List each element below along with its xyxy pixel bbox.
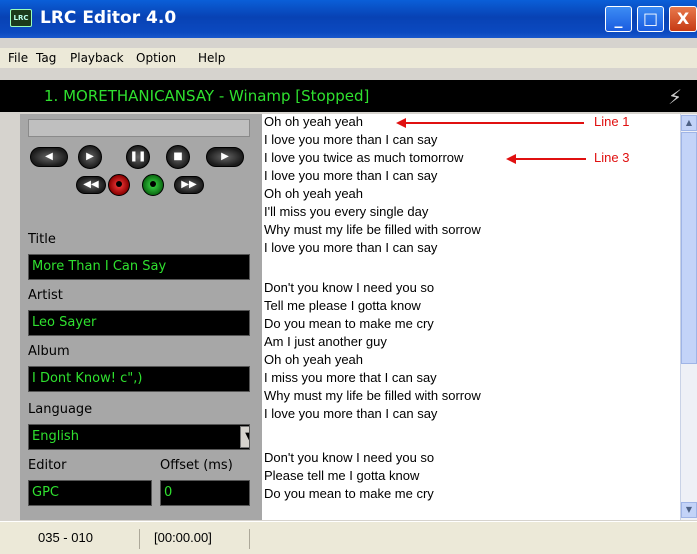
artist-label: Artist (28, 288, 63, 303)
now-playing-bar: 1. MORETHANICANSAY - Winamp [Stopped] ⚡ (0, 80, 697, 112)
vertical-scrollbar[interactable]: ▲ ▼ (680, 114, 697, 520)
lyric-line[interactable]: I miss you more that I can say (264, 370, 437, 385)
lyric-line[interactable]: Oh oh yeah yeah (264, 352, 363, 367)
offset-label: Offset (ms) (160, 458, 233, 473)
lyric-line[interactable]: Do you mean to make me cry (264, 486, 434, 501)
title-field[interactable]: More Than I Can Say (28, 254, 250, 280)
lyric-line[interactable]: Why must my life be filled with sorrow (264, 388, 481, 403)
stop-icon: ■ (173, 151, 183, 162)
lyric-line[interactable]: Am I just another guy (264, 334, 387, 349)
play-icon: ▶ (86, 151, 94, 162)
winamp-icon: ⚡ (668, 85, 683, 109)
lyric-line[interactable]: Don't you know I need you so (264, 280, 434, 295)
language-value: English (32, 429, 79, 444)
lyric-line[interactable]: I love you more than I can say (264, 240, 437, 255)
record-button[interactable] (108, 174, 130, 196)
check-icon (150, 181, 156, 187)
status-position: 035 - 010 (32, 529, 140, 549)
artist-field[interactable]: Leo Sayer (28, 310, 250, 336)
forward-icon: ▶▶ (181, 179, 197, 190)
rewind-icon: ◀◀ (83, 179, 99, 190)
album-label: Album (28, 344, 70, 359)
chevron-down-icon[interactable]: ▼ (240, 426, 249, 448)
lyric-line[interactable]: I'll miss you every single day (264, 204, 428, 219)
stop-button[interactable]: ■ (166, 145, 190, 169)
now-playing-text: 1. MORETHANICANSAY - Winamp [Stopped] (44, 87, 370, 105)
next-icon: ▶ (221, 151, 229, 162)
annotation-line-3: Line 3 (594, 150, 630, 165)
menu-bar: File Tag Playback Option Help (0, 48, 697, 68)
editor-label: Editor (28, 458, 67, 473)
close-button[interactable]: X (669, 6, 697, 32)
pause-icon: ❚❚ (129, 151, 147, 162)
lyric-line[interactable]: I love you twice as much tomorrow (264, 150, 463, 165)
status-bar: 035 - 010 [00:00.00] (0, 521, 697, 554)
annotation-line-1: Line 1 (594, 114, 630, 129)
editor-field[interactable]: GPC (28, 480, 152, 506)
app-window: LRC LRC Editor 4.0 _ □ X File Tag Playba… (0, 0, 697, 554)
offset-field[interactable]: 0 (160, 480, 250, 506)
window-title: LRC Editor 4.0 (40, 8, 177, 28)
menu-tag[interactable]: Tag (36, 51, 56, 65)
menu-playback[interactable]: Playback (70, 51, 124, 65)
lyrics-editor[interactable]: Oh oh yeah yeah I love you more than I c… (262, 114, 680, 520)
menu-help[interactable]: Help (198, 51, 225, 65)
prev-button[interactable]: ◀ (30, 147, 68, 167)
confirm-button[interactable] (142, 174, 164, 196)
lyric-line[interactable]: I love you more than I can say (264, 132, 437, 147)
lyric-line[interactable]: Why must my life be filled with sorrow (264, 222, 481, 237)
play-button[interactable]: ▶ (78, 145, 102, 169)
title-label: Title (28, 232, 56, 247)
status-time: [00:00.00] (148, 529, 250, 549)
maximize-button[interactable]: □ (637, 6, 664, 32)
lrc-app-icon: LRC (10, 9, 32, 27)
lyric-line[interactable]: I love you more than I can say (264, 168, 437, 183)
lyric-line[interactable]: Oh oh yeah yeah (264, 114, 363, 129)
language-label: Language (28, 402, 93, 417)
title-bar[interactable]: LRC LRC Editor 4.0 _ □ X (0, 0, 697, 38)
scroll-down-button[interactable]: ▼ (681, 502, 697, 518)
minimize-button[interactable]: _ (605, 6, 632, 32)
menu-file[interactable]: File (8, 51, 28, 65)
record-icon (116, 181, 122, 187)
lyric-line[interactable]: Oh oh yeah yeah (264, 186, 363, 201)
annotation-arrow-line-1 (404, 122, 584, 124)
next-button[interactable]: ▶ (206, 147, 244, 167)
language-select[interactable]: English ▼ (28, 424, 250, 450)
lyric-line[interactable]: I love you more than I can say (264, 406, 437, 421)
pause-button[interactable]: ❚❚ (126, 145, 150, 169)
menu-option[interactable]: Option (136, 51, 176, 65)
forward-button[interactable]: ▶▶ (174, 176, 204, 194)
album-field[interactable]: I Dont Know! c",) (28, 366, 250, 392)
lyric-line[interactable]: Tell me please I gotta know (264, 298, 421, 313)
lyric-line[interactable]: Don't you know I need you so (264, 450, 434, 465)
prev-icon: ◀ (45, 151, 53, 162)
scroll-thumb[interactable] (681, 132, 697, 364)
progress-bar[interactable] (28, 119, 250, 137)
player-panel: ◀ ▶ ❚❚ ■ ▶ ◀◀ ▶▶ Title More Than I Can S… (20, 114, 262, 520)
rewind-button[interactable]: ◀◀ (76, 176, 106, 194)
annotation-arrow-line-3 (514, 158, 586, 160)
scroll-up-button[interactable]: ▲ (681, 115, 697, 131)
lyric-line[interactable]: Do you mean to make me cry (264, 316, 434, 331)
lyric-line[interactable]: Please tell me I gotta know (264, 468, 419, 483)
